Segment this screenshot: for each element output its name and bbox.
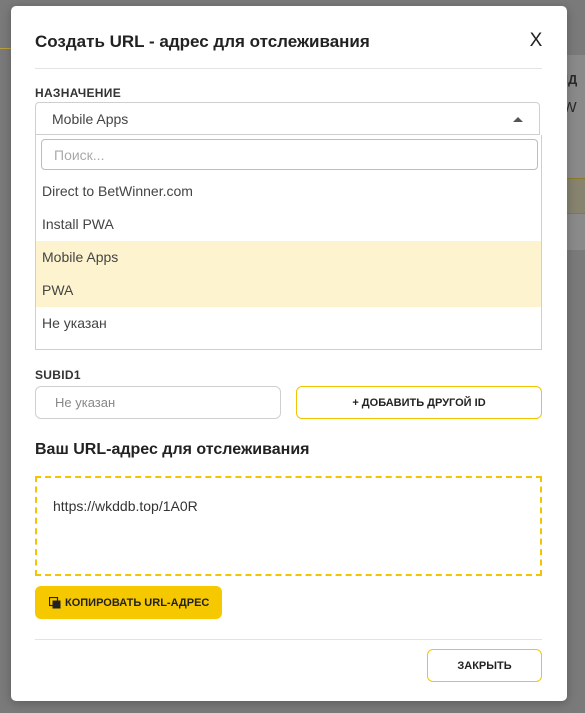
add-id-button[interactable]: + ДОБАВИТЬ ДРУГОЙ ID bbox=[296, 386, 542, 419]
modal-title: Создать URL - адрес для отслеживания bbox=[35, 32, 370, 51]
subid-input[interactable] bbox=[35, 386, 281, 419]
caret-up-icon bbox=[513, 117, 523, 122]
create-url-modal: Создать URL - адрес для отслеживания X Н… bbox=[11, 6, 567, 701]
purpose-option[interactable]: Direct to BetWinner.com bbox=[36, 175, 541, 208]
copy-url-button[interactable]: КОПИРОВАТЬ URL-АДРЕС bbox=[35, 586, 222, 619]
purpose-dropdown: Direct to BetWinner.com Install PWA Mobi… bbox=[35, 135, 542, 350]
close-icon[interactable]: X bbox=[525, 30, 547, 52]
subid-label: SUBID1 bbox=[35, 368, 81, 382]
purpose-selected-value: Mobile Apps bbox=[52, 111, 129, 127]
purpose-option[interactable]: PWA bbox=[36, 274, 541, 307]
copy-url-label: КОПИРОВАТЬ URL-АДРЕС bbox=[65, 596, 210, 609]
purpose-label: НАЗНАЧЕНИЕ bbox=[35, 86, 121, 100]
copy-icon bbox=[49, 597, 61, 609]
tracking-url-box[interactable]: https://wkddb.top/1A0R bbox=[35, 476, 542, 576]
purpose-option[interactable]: Mobile Apps bbox=[36, 241, 541, 274]
tracking-url-heading: Ваш URL-адрес для отслеживания bbox=[35, 441, 310, 458]
background-button bbox=[566, 178, 585, 214]
purpose-option[interactable]: Install PWA bbox=[36, 208, 541, 241]
tracking-url-text: https://wkddb.top/1A0R bbox=[53, 498, 198, 514]
close-button[interactable]: ЗАКРЫТЬ bbox=[427, 649, 542, 682]
purpose-select[interactable]: Mobile Apps bbox=[35, 102, 540, 135]
purpose-search-input[interactable] bbox=[41, 139, 538, 170]
purpose-option[interactable]: Не указан bbox=[36, 307, 541, 340]
header-divider bbox=[35, 68, 542, 69]
footer-divider bbox=[35, 639, 542, 640]
